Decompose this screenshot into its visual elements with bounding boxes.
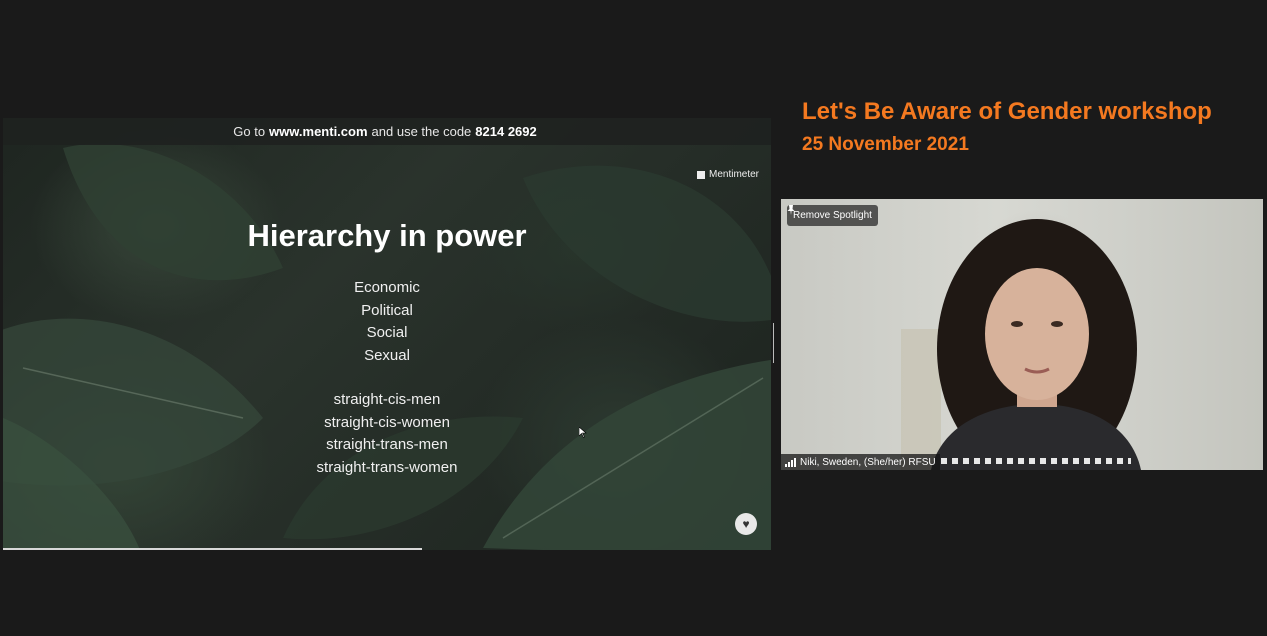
participant-video-image <box>901 219 1141 470</box>
participant-video-tile[interactable]: Remove Spotlight Niki, Sweden, (She/her)… <box>781 199 1263 470</box>
power-dimensions-list: Economic Political Social Sexual <box>3 277 771 367</box>
list-item: straight-trans-men <box>326 436 448 453</box>
participant-name-tag: Niki, Sweden, (She/her) RFSU <box>781 454 940 470</box>
menti-code: 8214 2692 <box>475 124 537 139</box>
mouse-cursor-icon <box>579 427 587 438</box>
instruction-prefix: Go to <box>233 124 266 139</box>
pin-icon <box>787 205 795 215</box>
menti-url-link[interactable]: www.menti.com <box>269 124 367 139</box>
shared-slide: Go to www.menti.com and use the code 821… <box>3 118 771 550</box>
list-item: Political <box>361 301 413 319</box>
identity-groups-list: straight-cis-men straight-cis-women stra… <box>3 389 771 479</box>
slide-title: Hierarchy in power <box>247 218 527 253</box>
signal-bars-icon <box>785 457 796 467</box>
event-date: 25 November 2021 <box>802 134 969 155</box>
remove-spotlight-label: Remove Spotlight <box>793 210 872 221</box>
list-item: straight-cis-men <box>333 391 441 408</box>
mentimeter-logo-icon <box>696 170 705 179</box>
list-item: Sexual <box>364 346 410 364</box>
mentimeter-logo-text: Mentimeter <box>708 169 759 180</box>
list-item: Economic <box>354 279 420 296</box>
participant-name: Niki, Sweden, (She/her) RFSU <box>800 456 936 468</box>
heart-icon[interactable]: ♥ <box>735 513 757 535</box>
instruction-middle: and use the code <box>371 124 472 139</box>
list-item: Social <box>366 324 408 341</box>
remove-spotlight-button[interactable]: Remove Spotlight <box>787 205 878 226</box>
split-view-handle[interactable] <box>773 323 776 363</box>
slide-progress-bar <box>3 548 422 550</box>
mentimeter-logo: Mentimeter <box>696 169 759 180</box>
menti-instruction-bar: Go to www.menti.com and use the code 821… <box>3 118 771 145</box>
list-item: straight-cis-women <box>324 413 450 431</box>
list-item: straight-trans-women <box>316 458 458 476</box>
event-title: Let's Be Aware of Gender workshop <box>802 98 1212 125</box>
